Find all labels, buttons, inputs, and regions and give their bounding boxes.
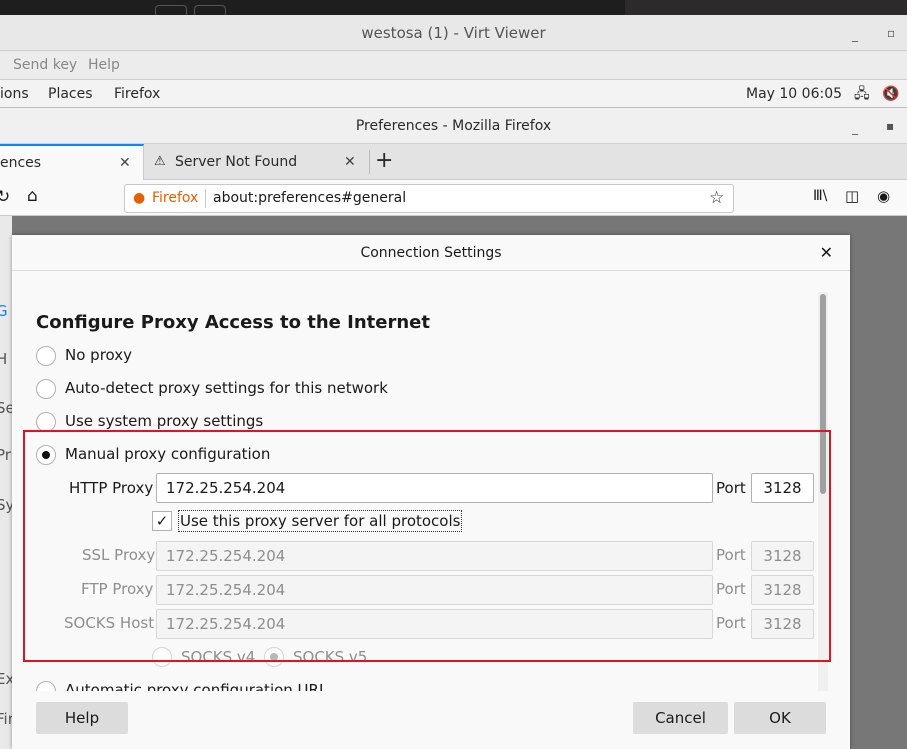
ok-button[interactable]: OK <box>734 702 826 734</box>
virt-viewer-title: westosa (1) - Virt Viewer <box>361 24 546 42</box>
side-letter: H <box>0 350 8 368</box>
tab-label: Server Not Found <box>175 154 298 170</box>
library-icon[interactable]: Ⅲ\ <box>813 188 827 204</box>
url-text[interactable]: about:preferences#general <box>213 185 406 212</box>
http-proxy-label: HTTP Proxy <box>69 479 154 497</box>
ssl-port-input[interactable]: 3128 <box>751 541 814 571</box>
virt-viewer-menubar: Send key Help <box>0 51 907 80</box>
ssl-proxy-input[interactable]: 172.25.254.204 <box>156 541 713 571</box>
reload-icon[interactable]: ↻ <box>0 187 10 207</box>
ftp-port-label: Port <box>716 580 746 598</box>
help-button[interactable]: Help <box>36 702 128 734</box>
tab-server-not-found[interactable]: ⚠ Server Not Found ✕ <box>145 150 370 174</box>
socks-port-input[interactable]: 3128 <box>751 609 814 639</box>
http-port-label: Port <box>716 479 746 497</box>
menu-send-key[interactable]: Send key <box>13 51 77 80</box>
home-icon[interactable]: ⌂ <box>27 186 38 206</box>
radio-no-proxy[interactable] <box>36 346 56 366</box>
navigation-bar: ↻ ⌂ ● Firefox about:preferences#general … <box>0 180 907 216</box>
socks-host-input[interactable]: 172.25.254.204 <box>156 609 713 639</box>
label-socks-v4[interactable]: SOCKS v4 <box>181 648 255 666</box>
close-tab-icon[interactable]: ✕ <box>119 146 131 180</box>
ftp-proxy-input[interactable]: 172.25.254.204 <box>156 575 713 605</box>
network-icon[interactable]: 🖧 <box>854 80 870 108</box>
maximize-icon[interactable]: ▫ <box>887 15 895 51</box>
identity-label[interactable]: Firefox <box>152 185 198 212</box>
minimize-icon[interactable]: _ <box>852 17 858 53</box>
firefox-titlebar: Preferences - Mozilla Firefox _ ▪ <box>0 108 907 144</box>
menu-help[interactable]: Help <box>88 51 120 80</box>
section-heading: Configure Proxy Access to the Internet <box>36 312 430 333</box>
connection-settings-dialog: Connection Settings ✕ Configure Proxy Ac… <box>12 235 850 749</box>
socks-host-label: SOCKS Host <box>64 614 155 632</box>
applications-menu[interactable]: ions <box>0 80 29 108</box>
volume-muted-icon[interactable]: 🔇 <box>882 80 899 108</box>
cancel-button[interactable]: Cancel <box>633 702 728 734</box>
ftp-proxy-label: FTP Proxy <box>81 580 154 598</box>
radio-system-proxy[interactable] <box>36 412 56 432</box>
dialog-header: Connection Settings ✕ <box>12 235 850 271</box>
preferences-sidebar: G H Se Pr Sy Ex Fir <box>0 216 15 749</box>
clock[interactable]: May 10 06:05 <box>746 80 842 108</box>
firefox-logo-icon: ● <box>133 190 146 206</box>
ssl-proxy-label: SSL Proxy <box>82 546 156 564</box>
firefox-app-menu[interactable]: Firefox <box>114 80 160 108</box>
label-manual-proxy[interactable]: Manual proxy configuration <box>65 445 270 463</box>
label-no-proxy[interactable]: No proxy <box>65 346 132 364</box>
radio-manual-proxy[interactable] <box>36 445 56 465</box>
tab-label: ences <box>0 155 42 171</box>
label-system-proxy[interactable]: Use system proxy settings <box>65 412 263 430</box>
dialog-title: Connection Settings <box>360 245 502 261</box>
scrollbar[interactable] <box>818 292 828 695</box>
url-bar[interactable]: ● Firefox about:preferences#general ☆ <box>124 184 734 213</box>
scrollbar-thumb[interactable] <box>820 294 826 494</box>
side-letter: G <box>0 302 8 320</box>
maximize-icon[interactable]: ▪ <box>886 108 894 144</box>
gnome-top-bar: ions Places Firefox May 10 06:05 🖧 🔇 <box>0 80 907 108</box>
http-proxy-input[interactable]: 172.25.254.204 <box>156 473 713 503</box>
all-protocols-label[interactable]: Use this proxy server for all protocols <box>178 510 463 532</box>
socks-port-label: Port <box>716 614 746 632</box>
label-auto-detect[interactable]: Auto-detect proxy settings for this netw… <box>65 379 388 397</box>
ftp-port-input[interactable]: 3128 <box>751 575 814 605</box>
new-tab-button[interactable]: + <box>375 144 393 180</box>
radio-socks-v4[interactable] <box>152 647 172 667</box>
virt-viewer-titlebar: westosa (1) - Virt Viewer _ ▫ <box>0 15 907 51</box>
account-icon[interactable]: ◉ <box>877 187 890 205</box>
tab-preferences[interactable]: ences ✕ <box>0 144 144 180</box>
close-tab-icon[interactable]: ✕ <box>344 150 356 174</box>
side-letter: Pr <box>0 446 11 464</box>
sidebar-icon[interactable]: ◫ <box>845 187 859 205</box>
radio-auto-detect[interactable] <box>36 379 56 399</box>
radio-socks-v5[interactable] <box>264 647 284 667</box>
label-socks-v5[interactable]: SOCKS v5 <box>293 648 367 666</box>
bookmark-star-icon[interactable]: ☆ <box>709 185 724 212</box>
firefox-window-title: Preferences - Mozilla Firefox <box>355 118 552 134</box>
warning-icon: ⚠ <box>154 154 166 169</box>
all-protocols-checkbox[interactable]: ✓ <box>152 511 172 531</box>
places-menu[interactable]: Places <box>48 80 93 108</box>
close-icon[interactable]: ✕ <box>820 235 833 271</box>
tab-bar: ences ✕ ⚠ Server Not Found ✕ + <box>0 144 907 180</box>
minimize-icon[interactable]: _ <box>852 110 858 146</box>
host-desktop-strip <box>0 0 907 15</box>
http-port-input[interactable]: 3128 <box>751 473 814 503</box>
ssl-port-label: Port <box>716 546 746 564</box>
